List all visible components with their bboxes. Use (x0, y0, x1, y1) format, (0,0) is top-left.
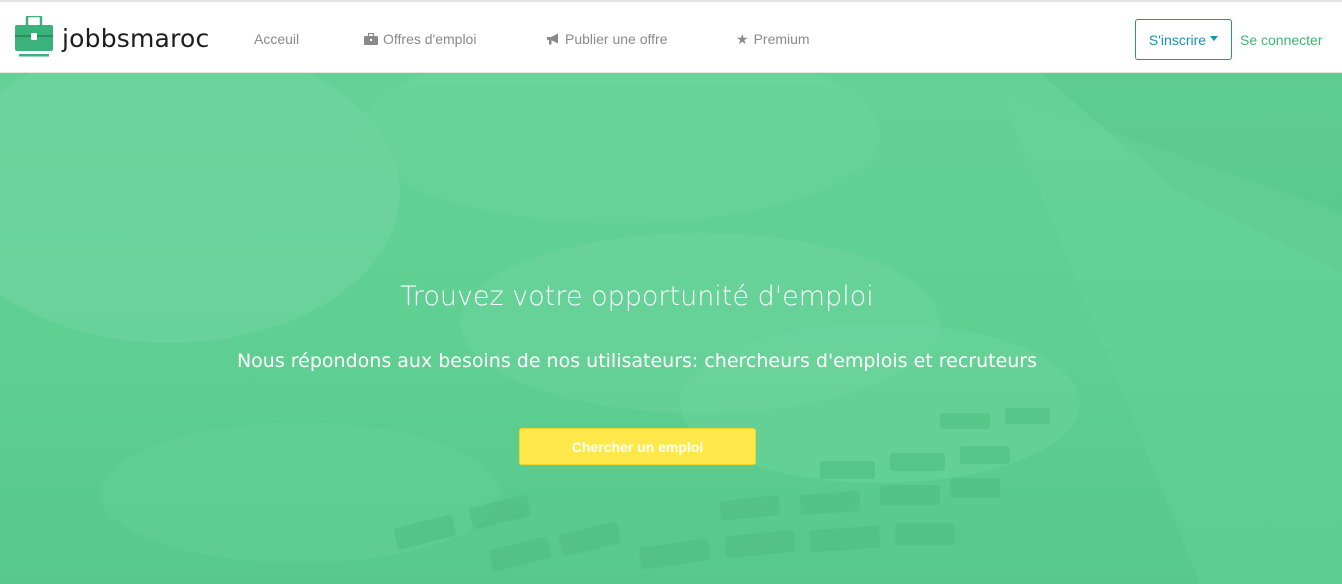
bullhorn-icon (547, 33, 558, 45)
briefcase-icon (364, 33, 378, 45)
nav-item-label: Publier une offre (565, 31, 668, 47)
hero-section: Trouvez votre opportunité d'emploi Nous … (0, 73, 1342, 584)
login-link[interactable]: Se connecter (1240, 32, 1323, 48)
navbar: jobbsmaroc Acceuil Offres d'emploi Publi… (0, 2, 1342, 73)
hero-subtitle: Nous répondons aux besoins de nos utilis… (236, 350, 1038, 372)
nav-item-premium[interactable]: ★ Premium (736, 31, 810, 47)
brand-name: jobbsmaroc (62, 23, 210, 53)
caret-down-icon (1210, 36, 1219, 41)
briefcase-icon (15, 16, 53, 57)
star-icon: ★ (736, 31, 749, 47)
signup-dropdown-button[interactable]: S'inscrire (1135, 19, 1232, 60)
nav-item-label: Premium (753, 31, 810, 47)
search-job-button[interactable]: Chercher un emploi (519, 428, 756, 465)
nav-item-offres[interactable]: Offres d'emploi (364, 31, 476, 47)
hero-background-image (0, 73, 1342, 584)
signup-label: S'inscrire (1148, 31, 1207, 48)
nav-item-accueil[interactable]: Acceuil (254, 31, 299, 47)
nav-item-publier[interactable]: Publier une offre (546, 31, 667, 47)
nav-item-label: Acceuil (254, 31, 300, 47)
hero-title: Trouvez votre opportunité d'emploi (400, 281, 874, 312)
nav-item-label: Offres d'emploi (383, 31, 477, 47)
brand-logo-link[interactable]: jobbsmaroc (14, 16, 209, 60)
